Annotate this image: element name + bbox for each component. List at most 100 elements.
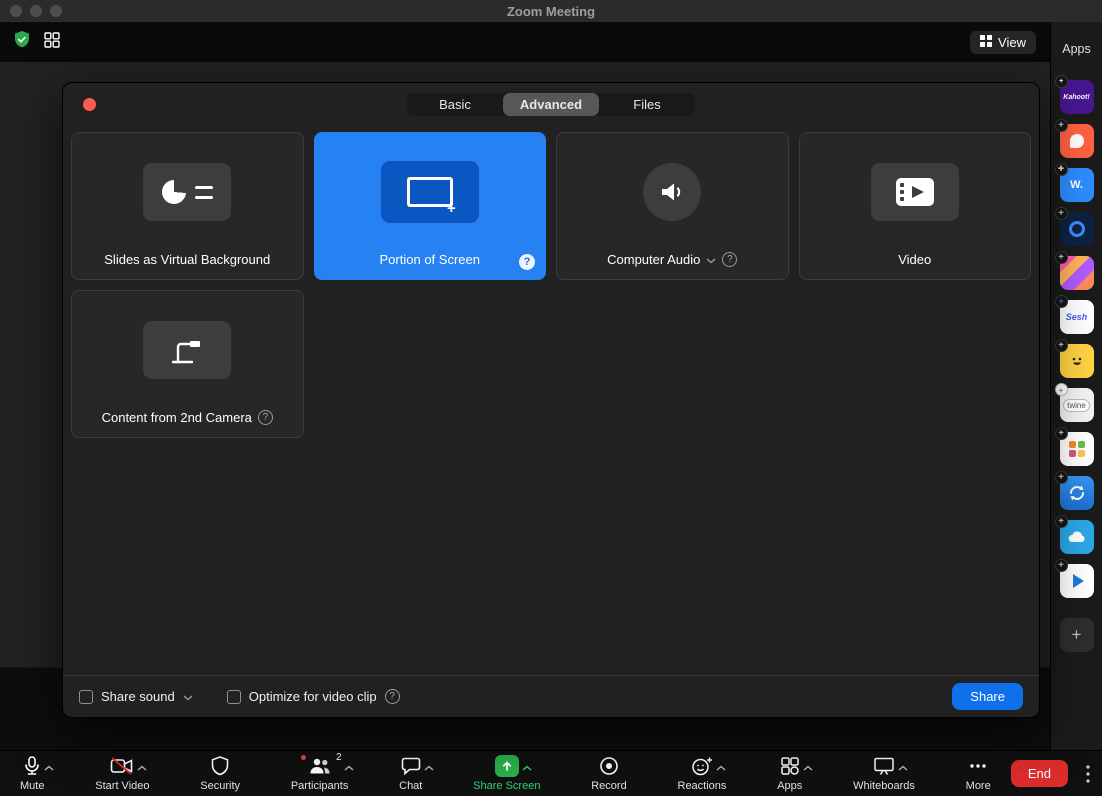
titlebar: Zoom Meeting bbox=[0, 0, 1102, 22]
share-screen-icon bbox=[494, 755, 532, 777]
view-grid-icon bbox=[980, 34, 993, 50]
apps-chevron-up-icon[interactable] bbox=[803, 758, 813, 776]
share-screen-green-tile bbox=[494, 755, 519, 777]
orange-app-glyph bbox=[1069, 134, 1084, 148]
tab-advanced[interactable]: Advanced bbox=[503, 93, 599, 116]
tile-computer-audio[interactable]: Computer Audio bbox=[556, 132, 789, 280]
add-app-badge bbox=[1054, 163, 1068, 176]
w-app-icon[interactable]: W. bbox=[1054, 163, 1094, 202]
add-kahoot-badge bbox=[1054, 75, 1068, 88]
view-button[interactable]: View bbox=[970, 30, 1036, 54]
more-label: More bbox=[965, 780, 991, 792]
tab-basic[interactable]: Basic bbox=[407, 93, 503, 116]
cloud-app-icon[interactable] bbox=[1054, 515, 1094, 554]
dialog-close-button[interactable] bbox=[83, 98, 96, 111]
share-dialog-footer: Share sound Optimize for video clip Shar… bbox=[63, 675, 1039, 717]
computer-audio-icon bbox=[643, 163, 702, 221]
computer-audio-help-icon[interactable] bbox=[722, 252, 738, 267]
slides-virtual-background-icon bbox=[143, 163, 232, 221]
twine-app-icon[interactable]: twine bbox=[1054, 383, 1094, 422]
screen-portion-frame-glyph bbox=[406, 177, 456, 217]
whiteboard-icon bbox=[873, 755, 908, 777]
tile-label: Portion of Screen bbox=[379, 252, 480, 267]
portion-help-icon[interactable] bbox=[519, 254, 535, 270]
ring-app-glyph bbox=[1068, 221, 1085, 237]
stripes-app-icon[interactable] bbox=[1054, 251, 1094, 290]
toolbar-apps[interactable]: Apps bbox=[771, 753, 813, 794]
tab-files[interactable]: Files bbox=[599, 93, 695, 116]
record-label: Record bbox=[591, 780, 627, 792]
document-camera-glyph bbox=[172, 341, 201, 364]
add-app-badge bbox=[1054, 471, 1068, 484]
encryption-shield-icon[interactable] bbox=[14, 30, 30, 54]
reactions-label: Reactions bbox=[677, 780, 727, 792]
add-app-badge bbox=[1054, 207, 1068, 220]
w-app-label: W. bbox=[1070, 179, 1083, 191]
video-chevron-up-icon[interactable] bbox=[137, 758, 147, 776]
participants-notification-dot bbox=[300, 755, 306, 760]
tile-label: Slides as Virtual Background bbox=[104, 252, 271, 267]
share-chevron-up-icon[interactable] bbox=[522, 758, 532, 776]
share-sound-label[interactable]: Share sound bbox=[101, 689, 175, 704]
video-camera-off-icon bbox=[110, 755, 147, 777]
chat-bubble-icon bbox=[401, 755, 434, 777]
play-glyph bbox=[1072, 574, 1084, 588]
shield-icon bbox=[211, 755, 229, 777]
toolbar-participants[interactable]: 2 Participants bbox=[285, 752, 354, 794]
share-button[interactable]: Share bbox=[952, 683, 1023, 710]
end-meeting-button[interactable]: End bbox=[1010, 760, 1068, 787]
toolbar-record[interactable]: Record bbox=[585, 753, 632, 794]
play-app-icon[interactable] bbox=[1054, 559, 1094, 598]
kahoot-label: Kahoot! bbox=[1063, 93, 1090, 101]
apps-sidebar: Apps Kahoot! W. Sesh bbox=[1050, 22, 1102, 750]
share-sound-chevron-down-icon[interactable] bbox=[183, 688, 193, 706]
toolbar-reactions[interactable]: Reactions bbox=[672, 753, 733, 794]
color-tiles-app-icon[interactable] bbox=[1054, 427, 1094, 466]
smiley-app-icon[interactable] bbox=[1054, 339, 1094, 378]
whiteboards-label: Whiteboards bbox=[853, 780, 915, 792]
tile-video[interactable]: Video bbox=[798, 132, 1031, 280]
toolbar-chat[interactable]: Chat bbox=[393, 753, 434, 794]
participants-chevron-up-icon[interactable] bbox=[344, 758, 354, 776]
video-file-icon bbox=[870, 163, 959, 221]
chevron-down-icon[interactable] bbox=[706, 252, 716, 267]
whiteboards-chevron-up-icon[interactable] bbox=[898, 758, 908, 776]
reactions-chevron-up-icon[interactable] bbox=[716, 758, 726, 776]
window-title: Zoom Meeting bbox=[506, 3, 596, 19]
toolbar-whiteboards[interactable]: Whiteboards bbox=[847, 753, 921, 794]
kahoot-app-icon[interactable]: Kahoot! bbox=[1054, 75, 1094, 114]
start-video-label: Start Video bbox=[95, 780, 150, 792]
tile-content-2nd-camera[interactable]: Content from 2nd Camera bbox=[71, 290, 304, 438]
add-more-apps-button[interactable] bbox=[1059, 618, 1094, 652]
apps-label: Apps bbox=[777, 780, 803, 792]
sesh-app-icon[interactable]: Sesh bbox=[1054, 295, 1094, 334]
orange-app-icon[interactable] bbox=[1054, 119, 1094, 158]
reactions-icon bbox=[691, 755, 726, 777]
kebab-menu-icon[interactable] bbox=[1086, 764, 1090, 783]
toolbar-start-video[interactable]: Start Video bbox=[89, 753, 155, 794]
toolbar-share-screen[interactable]: Share Screen bbox=[467, 753, 546, 794]
meeting-topbar: View bbox=[0, 22, 1050, 62]
speaker-glyph bbox=[662, 183, 681, 201]
optimize-help-icon[interactable] bbox=[384, 689, 400, 704]
toolbar-mute[interactable]: Mute bbox=[14, 753, 54, 794]
share-sound-checkbox[interactable] bbox=[79, 689, 93, 704]
tile-portion-of-screen[interactable]: Portion of Screen bbox=[313, 132, 546, 280]
ring-app-icon[interactable] bbox=[1054, 207, 1094, 246]
share-options-grid: Slides as Virtual Background Portion of … bbox=[71, 132, 1031, 438]
second-camera-help-icon[interactable] bbox=[257, 410, 273, 425]
toolbar-more[interactable]: More bbox=[960, 753, 997, 794]
second-camera-icon bbox=[143, 321, 232, 379]
sync-app-icon[interactable] bbox=[1054, 471, 1094, 510]
tile-slides-virtual-background[interactable]: Slides as Virtual Background bbox=[71, 132, 304, 280]
toolbar-security[interactable]: Security bbox=[194, 753, 246, 794]
chat-chevron-up-icon[interactable] bbox=[424, 758, 434, 776]
optimize-video-label[interactable]: Optimize for video clip bbox=[249, 689, 377, 704]
mute-chevron-up-icon[interactable] bbox=[44, 758, 54, 776]
sync-arrows-glyph bbox=[1069, 485, 1084, 501]
more-icon bbox=[967, 755, 989, 777]
tile-label: Computer Audio bbox=[607, 252, 701, 267]
layout-grid-icon[interactable] bbox=[44, 31, 60, 53]
optimize-video-checkbox[interactable] bbox=[226, 689, 241, 704]
add-app-badge bbox=[1054, 295, 1068, 308]
